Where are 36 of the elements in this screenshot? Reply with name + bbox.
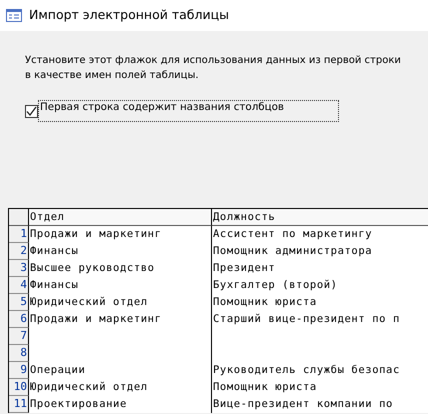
table-cell-text: Помощник юриста xyxy=(212,295,318,310)
table-icon xyxy=(6,9,22,22)
row-number: 2 xyxy=(9,243,29,260)
table-cell: Юридический отдел xyxy=(29,294,212,311)
table-cell: Высшее руководство xyxy=(29,260,212,277)
row-number: 10 xyxy=(9,379,29,396)
table-cell: Операции xyxy=(29,362,212,379)
checkbox-label[interactable]: Первая строка содержит названия столбцов xyxy=(38,100,340,122)
table-cell: Финансы xyxy=(29,277,212,294)
column-header: Должность xyxy=(212,209,428,226)
table-cell-text: Ассистент по маркетингу xyxy=(212,227,374,242)
table-cell: Проектирование xyxy=(29,396,212,413)
row-number: 7 xyxy=(9,328,29,345)
table-cell-text: Помощник юриста xyxy=(212,380,318,395)
row-number: 8 xyxy=(9,345,29,362)
row-number: 11 xyxy=(9,396,29,413)
table-cell: Финансы xyxy=(29,243,212,260)
table-cell: Юридический отдел xyxy=(29,379,212,396)
checkbox[interactable] xyxy=(25,104,38,118)
instruction-text: Установите этот флажок для использования данных из первой строки в качестве имен полей таблицы. xyxy=(25,55,401,81)
table-cell-text: Вице-президент компании по xyxy=(212,397,394,412)
row-number: 5 xyxy=(9,294,29,311)
table-cell: Продажи и маркетинг xyxy=(29,311,212,328)
row-number: 1 xyxy=(9,226,29,243)
window-title: Импорт электронной таблицы xyxy=(29,6,229,24)
table-cell-text: Старший вице-президент по п xyxy=(212,312,401,327)
row-number: 6 xyxy=(9,311,29,328)
row-number: 3 xyxy=(9,260,29,277)
table-cell-text: Президент xyxy=(212,261,276,276)
row-number: 4 xyxy=(9,277,29,294)
table-cell-text: Помощник администратора xyxy=(212,244,374,259)
table-cell-text: Бухгалтер (второй) xyxy=(212,278,339,293)
table-cell: Продажи и маркетинг xyxy=(29,226,212,243)
row-number: 9 xyxy=(9,362,29,379)
table-cell-text: Руководитель службы безопас xyxy=(212,363,401,378)
column-header: Отдел xyxy=(29,209,212,226)
